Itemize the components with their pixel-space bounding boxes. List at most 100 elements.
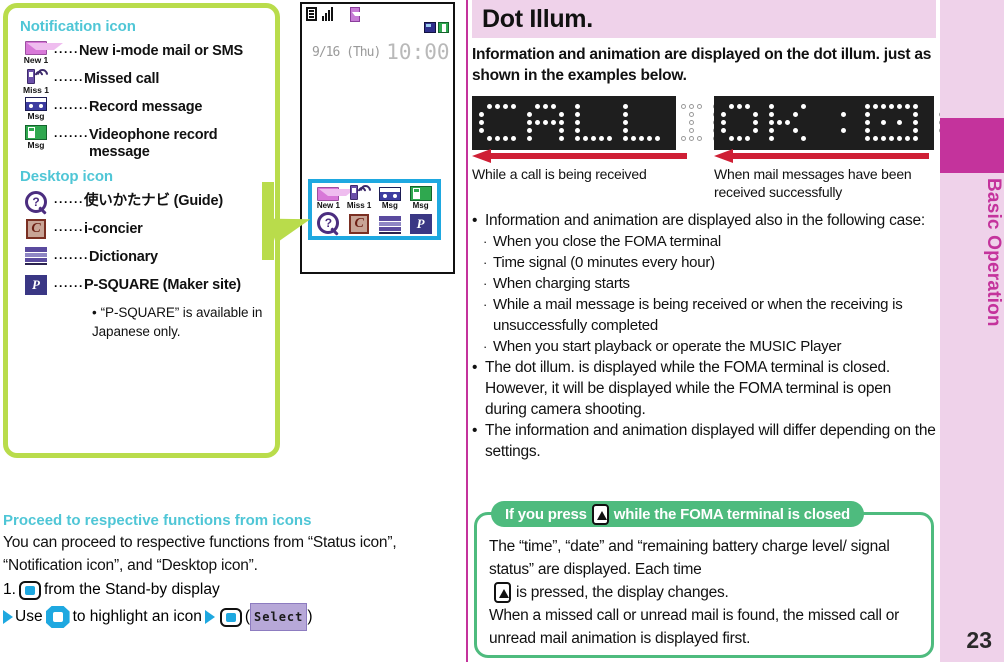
example-caption: While a call is being received [472,166,647,182]
note-item: · When you start playback or operate the… [483,336,936,357]
step-1: 1. from the Stand-by display [3,578,458,602]
standby-icon-panel[interactable]: New 1 Miss 1 Msg Msg ? C P [308,179,441,240]
legend-row-p-square: P ······ P-SQUARE (Maker site) [18,274,265,301]
note-text: While a mail message is being received o… [493,296,903,334]
left-column: Notification icon New 1 ····· New i-mode… [0,0,466,662]
dictionary-icon [18,246,54,273]
note-text: The dot illum. is displayed while the FO… [485,359,892,418]
legend-label: i-concier [83,221,143,237]
if-you-press-header: If you press while the FOMA terminal is … [491,501,865,527]
up-key-icon [494,582,511,603]
press-line-1-end: is pressed, the display changes. [516,584,729,601]
paren-close: ) [307,608,313,625]
center-key-icon [18,580,41,600]
right-column: Dot Illum. Information and animation are… [472,0,1004,662]
led-lit-area [714,96,934,150]
osaifu-icon [438,22,449,33]
substep-mid-label: to highlight an icon [72,608,202,625]
legend-row-new-mail: New 1 ····· New i-mode mail or SMS [18,40,265,67]
note-sublist: · When you close the FOMA terminal · Tim… [483,231,936,357]
if-you-press-panel: If you press while the FOMA terminal is … [474,501,934,658]
header-post-label: while the FOMA terminal is closed [613,505,851,523]
notification-icon-row: New 1 Miss 1 Msg Msg [313,182,436,210]
note-text: When charging starts [493,275,630,292]
proceed-section: Proceed to respective functions from ico… [3,512,458,631]
select-softkey-label: Select [250,603,308,631]
led-display [472,96,812,150]
arrow-triangle-icon [204,610,215,624]
legend-label: Missed call [83,71,160,87]
leader-dots: ······· [54,251,89,265]
chapter-rail: Basic Operation 23 [940,0,1004,662]
videophone-record-icon: Msg [18,124,54,151]
p-square-icon: P [18,274,54,301]
missed-call-icon: Miss 1 [18,66,54,95]
example-caption: When mail messages have been received su… [714,166,912,200]
new-mail-icon[interactable]: New 1 [313,187,356,210]
videophone-record-icon[interactable]: Msg [406,186,436,210]
note-item: · When you close the FOMA terminal [483,231,936,252]
manual-page: Notification icon New 1 ····· New i-mode… [0,0,1004,662]
new-mail-icon: New 1 [18,40,63,67]
led-dot-grid-on [720,103,928,143]
note-text: Time signal (0 minutes every hour) [493,254,715,271]
guide-icon: ? [18,190,54,217]
legend-row-i-concier: C ······ i-concier [18,218,265,245]
note-bullet: · [483,339,488,354]
note-item: • Information and animation are displaye… [472,210,936,231]
missed-call-icon[interactable]: Miss 1 [344,182,374,210]
dictionary-icon[interactable] [375,216,405,234]
chapter-tab-marker [940,118,1004,173]
note-bullet: · [483,297,488,312]
note-bullet: • [472,359,478,376]
note-item: • The information and animation displaye… [472,420,936,462]
legend-row-videophone-record: Msg ······· Videophone record message [18,124,265,161]
notification-icon-callout: Notification icon New 1 ····· New i-mode… [3,3,280,458]
status-right-icons [424,22,449,40]
phone-time: 10:00 [386,40,450,64]
proceed-heading: Proceed to respective functions from ico… [3,512,312,529]
leader-dots: ······ [54,223,84,237]
note-text: When you start playback or operate the M… [493,338,842,355]
center-key-icon [219,607,242,627]
press-line-2: When a missed call or unread mail is fou… [489,607,900,647]
legend-row-record-message: Msg ······· Record message [18,96,265,123]
dot-illum-example-mail: When mail messages have been received su… [714,96,1004,201]
record-message-icon: Msg [18,96,54,123]
i-appli-icon [424,22,436,33]
page-title: Dot Illum. [482,4,593,33]
step-text: from the Stand-by display [43,581,220,598]
page-number: 23 [966,627,992,653]
p-square-icon[interactable]: P [406,214,436,234]
record-message-icon[interactable]: Msg [375,187,405,210]
standby-display-mock: 9/16 (Thu) 10:00 New 1 Miss 1 Msg Msg ? … [300,2,455,274]
note-item: • The dot illum. is displayed while the … [472,357,936,420]
note-text: The information and animation displayed … [485,422,936,460]
step-1-substep: Use to highlight an icon (Select) [3,603,458,631]
legend-row-dictionary: ······· Dictionary [18,246,265,273]
legend-row-missed-call: Miss 1 ······ Missed call [18,66,265,95]
legend-label: New i-mode mail or SMS [78,43,243,59]
note-item: · While a mail message is being received… [483,294,936,336]
legend-row-guide: ? ······ 使いかたナビ (Guide) [18,190,265,217]
p-square-note: • “P-SQUARE” is available in Japanese onl… [92,303,265,341]
guide-icon[interactable]: ? [313,212,343,234]
leader-dots: ······· [54,101,89,115]
i-concier-icon[interactable]: C [344,214,374,234]
note-text: “P-SQUARE” is available in Japanese only… [92,305,263,339]
note-bullet: • [472,212,478,229]
dot-illum-notes: • Information and animation are displaye… [472,210,936,462]
note-bullet: · [483,276,488,291]
led-lit-area [472,96,676,150]
column-divider [466,0,468,662]
header-pre-label: If you press [505,505,587,523]
chapter-title: Basic Operation [983,178,1004,327]
navigation-key-icon [45,606,70,628]
note-bullet: · [483,234,488,249]
i-concier-icon: C [18,218,54,245]
phone-date-time: 9/16 (Thu) 10:00 [302,37,453,64]
up-key-icon [591,503,609,525]
scroll-direction-arrow [472,149,687,163]
legend-label: Record message [88,99,203,115]
note-text: Information and animation are displayed … [485,212,925,229]
